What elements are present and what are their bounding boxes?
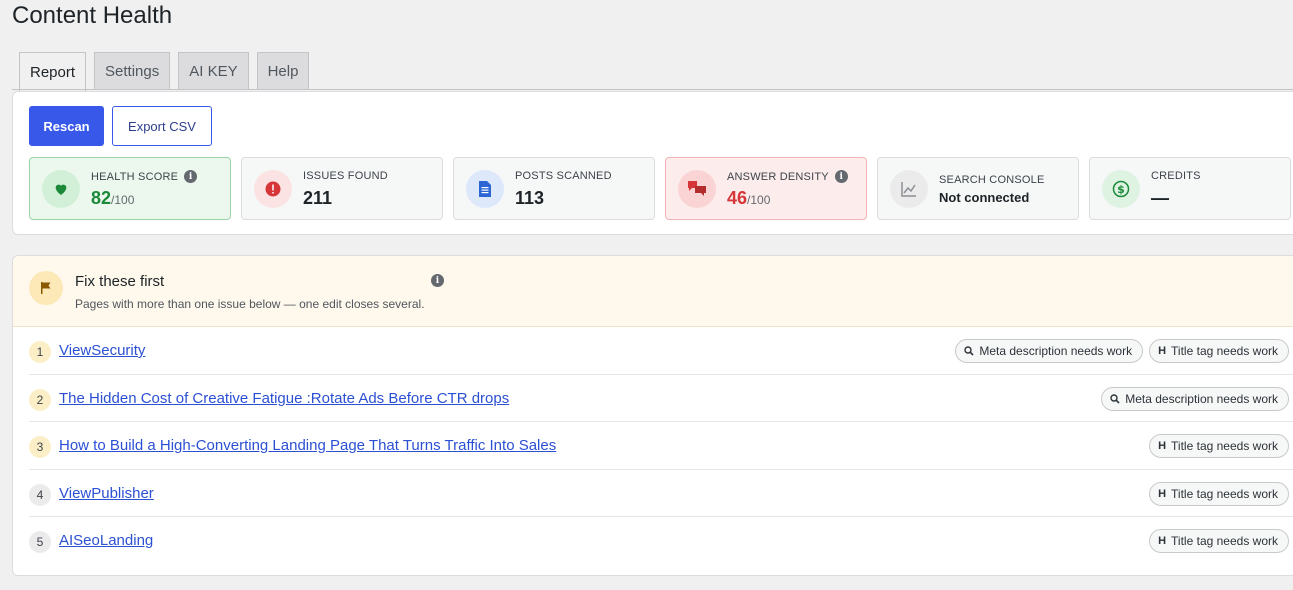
page-link[interactable]: ViewPublisher xyxy=(59,485,154,502)
search-console-value: Not connected xyxy=(939,190,1030,205)
issue-chip[interactable]: Meta description needs work xyxy=(1101,386,1289,411)
list-item: 1 ViewSecurity Meta description needs wo… xyxy=(29,327,1293,375)
posts-scanned-label: POSTS SCANNED xyxy=(515,170,612,182)
rank-badge: 1 xyxy=(29,341,51,363)
tab-ai-key[interactable]: AI KEY xyxy=(178,52,249,90)
search-console-card: SEARCH CONSOLE Not connected xyxy=(877,157,1079,220)
export-csv-button[interactable]: Export CSV xyxy=(112,106,212,146)
tab-report[interactable]: Report xyxy=(19,52,87,91)
info-icon[interactable]: i xyxy=(834,170,848,183)
tab-help[interactable]: Help xyxy=(256,52,310,90)
rank-badge: 5 xyxy=(29,531,51,553)
chat-bubbles-icon xyxy=(678,170,716,208)
heading-icon: H xyxy=(1158,345,1167,357)
issue-chips: H Title tag needs work xyxy=(1149,481,1293,506)
search-icon xyxy=(964,346,974,356)
tab-bar: Report Settings AI KEY Help xyxy=(19,52,310,91)
rank-badge: 4 xyxy=(29,483,51,506)
info-icon[interactable]: i xyxy=(184,170,198,183)
list-item: 5 AISeoLanding H Title tag needs work xyxy=(29,517,1293,565)
heading-icon: H xyxy=(1158,535,1167,547)
heart-icon xyxy=(42,170,80,208)
answer-density-label: ANSWER DENSITY i xyxy=(727,170,848,183)
flag-icon xyxy=(29,271,63,305)
page-title: Content Health xyxy=(12,2,173,29)
list-item: 3 How to Build a High-Converting Landing… xyxy=(29,422,1293,470)
health-score-card: HEALTH SCORE i 82/100 xyxy=(29,157,231,220)
issues-found-value: 211 xyxy=(303,188,333,208)
posts-scanned-card: POSTS SCANNED 113 xyxy=(453,157,655,220)
dollar-icon: $ xyxy=(1102,170,1140,208)
search-console-label: SEARCH CONSOLE xyxy=(939,174,1045,186)
issue-chips: H Title tag needs work xyxy=(1149,434,1293,458)
answer-density-card: ANSWER DENSITY i 46/100 xyxy=(665,157,867,220)
heading-icon: H xyxy=(1158,440,1167,452)
page-link[interactable]: How to Build a High-Converting Landing P… xyxy=(59,437,556,454)
issue-chips: H Title tag needs work xyxy=(1149,529,1293,553)
tab-settings[interactable]: Settings xyxy=(94,52,171,90)
search-icon xyxy=(1110,393,1120,404)
issue-chip[interactable]: Meta description needs work xyxy=(955,339,1144,363)
heading-icon: H xyxy=(1158,487,1167,500)
fix-title: Fix these first xyxy=(75,273,165,290)
answer-density-value: 46/100 xyxy=(727,188,771,208)
svg-text:$: $ xyxy=(1117,183,1125,196)
alert-icon xyxy=(254,170,292,208)
credits-label: CREDITS xyxy=(1151,170,1201,182)
page-link[interactable]: The Hidden Cost of Creative Fatigue :Rot… xyxy=(59,390,509,407)
fix-subtitle: Pages with more than one issue below — o… xyxy=(75,297,425,311)
issue-chip[interactable]: H Title tag needs work xyxy=(1149,339,1289,363)
issue-chips: Meta description needs work H Title tag n… xyxy=(955,339,1293,363)
issue-chip[interactable]: H Title tag needs work xyxy=(1149,529,1289,553)
health-score-label: HEALTH SCORE i xyxy=(91,170,198,183)
posts-scanned-value: 113 xyxy=(515,188,545,208)
page-link[interactable]: AISeoLanding xyxy=(59,532,153,549)
info-icon[interactable]: i xyxy=(431,274,444,287)
list-item: 4 ViewPublisher H Title tag needs work xyxy=(29,470,1293,517)
chart-line-icon xyxy=(890,170,928,208)
rank-badge: 3 xyxy=(29,436,51,458)
page-link[interactable]: ViewSecurity xyxy=(59,342,145,359)
credits-card: $ CREDITS — xyxy=(1089,157,1291,220)
report-panel: Rescan Export CSV HEALTH SCORE i 82/100 … xyxy=(12,91,1293,235)
fix-header: Fix these first Pages with more than one… xyxy=(13,256,1293,327)
credits-value: — xyxy=(1151,188,1169,208)
issue-chip[interactable]: H Title tag needs work xyxy=(1149,481,1289,506)
health-score-value: 82/100 xyxy=(91,188,135,208)
fix-these-first-panel: Fix these first Pages with more than one… xyxy=(12,255,1293,576)
issues-found-card: ISSUES FOUND 211 xyxy=(241,157,443,220)
tab-divider xyxy=(12,89,1293,90)
list-item: 2 The Hidden Cost of Creative Fatigue :R… xyxy=(29,375,1293,422)
issues-found-label: ISSUES FOUND xyxy=(303,170,388,182)
issue-chips: Meta description needs work xyxy=(1101,386,1293,411)
document-icon xyxy=(466,170,504,208)
rescan-button[interactable]: Rescan xyxy=(29,106,104,146)
issue-chip[interactable]: H Title tag needs work xyxy=(1149,434,1289,458)
rank-badge: 2 xyxy=(29,388,51,411)
